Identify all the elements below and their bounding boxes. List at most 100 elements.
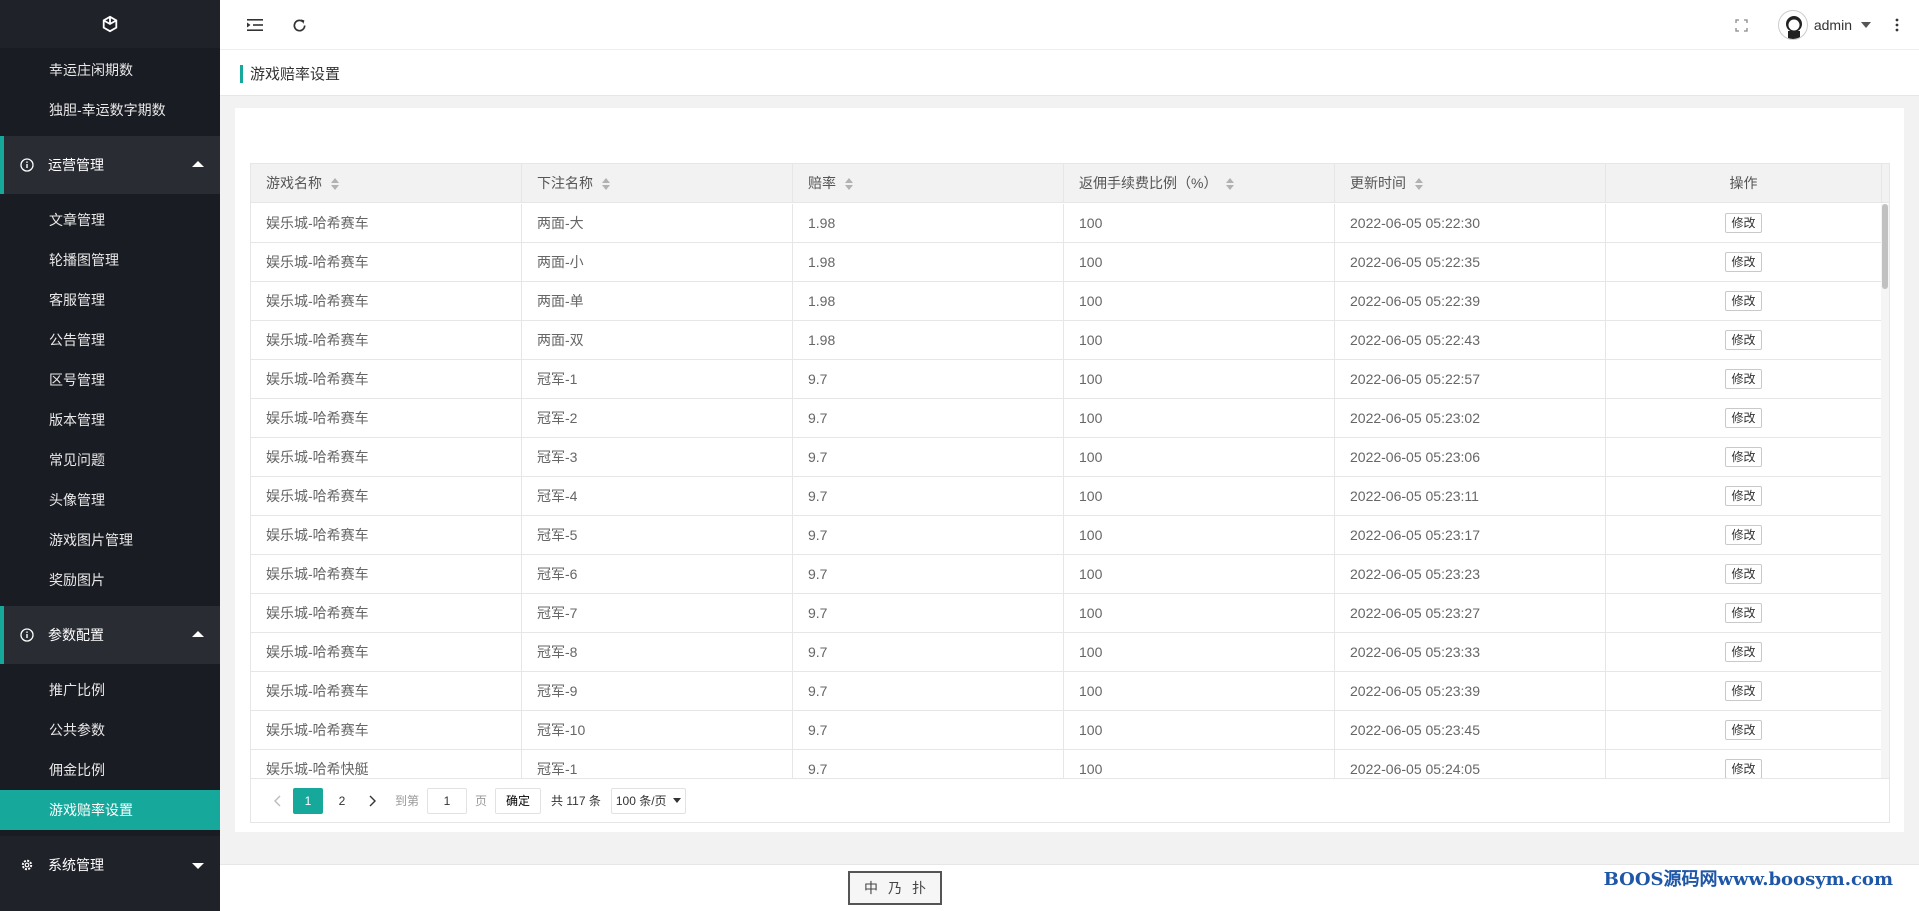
edit-button[interactable]: 修改 bbox=[1725, 213, 1762, 233]
sort-icon[interactable] bbox=[601, 178, 611, 191]
sidebar-group-system[interactable]: 系统管理 bbox=[0, 836, 220, 894]
edit-button[interactable]: 修改 bbox=[1725, 486, 1762, 506]
edit-button[interactable]: 修改 bbox=[1725, 525, 1762, 545]
sidebar: 幸运庄闲期数 独胆-幸运数字期数 运营管理 文章管理 轮播图管理 客服管理 公告… bbox=[0, 0, 220, 911]
sidebar-item-announcements[interactable]: 公告管理 bbox=[0, 320, 220, 360]
column-header-rebate[interactable]: 返佣手续费比例（%） bbox=[1064, 164, 1335, 203]
cell-updated: 2022-06-05 05:23:17 bbox=[1335, 516, 1606, 554]
sidebar-nav: 幸运庄闲期数 独胆-幸运数字期数 运营管理 文章管理 轮播图管理 客服管理 公告… bbox=[0, 48, 220, 911]
sidebar-top-list: 幸运庄闲期数 独胆-幸运数字期数 bbox=[0, 48, 220, 136]
sidebar-item-commission-ratio[interactable]: 佣金比例 bbox=[0, 750, 220, 790]
sidebar-item-game-images[interactable]: 游戏图片管理 bbox=[0, 520, 220, 560]
sidebar-item-lucky-banker[interactable]: 幸运庄闲期数 bbox=[0, 50, 220, 90]
cell-game-name: 娱乐城-哈希赛车 bbox=[251, 672, 522, 710]
cell-actions: 修改 bbox=[1606, 594, 1882, 632]
cell-actions: 修改 bbox=[1606, 321, 1882, 359]
edit-button[interactable]: 修改 bbox=[1725, 291, 1762, 311]
stamp-char: 扑 bbox=[912, 881, 926, 897]
sidebar-item-version[interactable]: 版本管理 bbox=[0, 400, 220, 440]
more-vertical-icon[interactable] bbox=[1889, 0, 1905, 50]
cell-actions: 修改 bbox=[1606, 711, 1882, 749]
cell-actions: 修改 bbox=[1606, 516, 1882, 554]
sidebar-item-avatars[interactable]: 头像管理 bbox=[0, 480, 220, 520]
page-size-value: 100 条/页 bbox=[615, 794, 667, 808]
sidebar-item-public-params[interactable]: 公共参数 bbox=[0, 710, 220, 750]
table-scrollbar[interactable] bbox=[1881, 204, 1889, 779]
cell-bet-name: 冠军-10 bbox=[522, 711, 793, 749]
sidebar-item-promo-ratio[interactable]: 推广比例 bbox=[0, 670, 220, 710]
username: admin bbox=[1813, 17, 1852, 33]
page-size-select[interactable]: 100 条/页 bbox=[610, 787, 686, 814]
edit-button[interactable]: 修改 bbox=[1725, 447, 1762, 467]
edit-button[interactable]: 修改 bbox=[1725, 252, 1762, 272]
table-body: 娱乐城-哈希赛车 两面-大 1.98 100 2022-06-05 05:22:30 修改… bbox=[251, 204, 1889, 779]
sidebar-item-carousel[interactable]: 轮播图管理 bbox=[0, 240, 220, 280]
column-header-updated[interactable]: 更新时间 bbox=[1335, 164, 1606, 203]
sort-icon[interactable] bbox=[1225, 178, 1235, 191]
edit-button[interactable]: 修改 bbox=[1725, 564, 1762, 584]
table-row: 娱乐城-哈希赛车 两面-小 1.98 100 2022-06-05 05:22:35 修改 bbox=[251, 243, 1889, 282]
total-count: 共 117 条 bbox=[551, 794, 601, 808]
cell-bet-name: 冠军-9 bbox=[522, 672, 793, 710]
user-menu[interactable]: admin bbox=[1777, 0, 1871, 50]
sidebar-operations-list: 文章管理 轮播图管理 客服管理 公告管理 区号管理 版本管理 常见问题 头像管理… bbox=[0, 194, 220, 606]
logo[interactable] bbox=[0, 0, 220, 48]
cell-odds: 9.7 bbox=[793, 399, 1064, 437]
page-title: 游戏赔率设置 bbox=[250, 66, 341, 83]
cell-bet-name: 冠军-2 bbox=[522, 399, 793, 437]
edit-button[interactable]: 修改 bbox=[1725, 759, 1762, 779]
sidebar-item-area-code[interactable]: 区号管理 bbox=[0, 360, 220, 400]
fullscreen-icon[interactable] bbox=[1731, 0, 1751, 50]
sort-icon[interactable] bbox=[330, 178, 340, 191]
sort-icon[interactable] bbox=[844, 178, 854, 191]
cell-updated: 2022-06-05 05:24:05 bbox=[1335, 750, 1606, 779]
edit-button[interactable]: 修改 bbox=[1725, 720, 1762, 740]
cell-odds: 1.98 bbox=[793, 282, 1064, 320]
cell-game-name: 娱乐城-哈希赛车 bbox=[251, 243, 522, 281]
cell-updated: 2022-06-05 05:23:11 bbox=[1335, 477, 1606, 515]
page-number[interactable]: 2 bbox=[327, 788, 357, 814]
cell-game-name: 娱乐城-哈希赛车 bbox=[251, 204, 522, 242]
cell-actions: 修改 bbox=[1606, 633, 1882, 671]
next-page-icon[interactable] bbox=[359, 788, 387, 814]
table-row: 娱乐城-哈希赛车 两面-单 1.98 100 2022-06-05 05:22:39 修改 bbox=[251, 282, 1889, 321]
edit-button[interactable]: 修改 bbox=[1725, 603, 1762, 623]
edit-button[interactable]: 修改 bbox=[1725, 330, 1762, 350]
column-header-odds[interactable]: 赔率 bbox=[793, 164, 1064, 203]
cell-rebate: 100 bbox=[1064, 204, 1335, 242]
cell-rebate: 100 bbox=[1064, 282, 1335, 320]
edit-button[interactable]: 修改 bbox=[1725, 681, 1762, 701]
footer: 中 乃 扑 BOOS源码网www.boosym.com bbox=[220, 864, 1919, 911]
column-header-game-name[interactable]: 游戏名称 bbox=[251, 164, 522, 203]
sort-icon[interactable] bbox=[1414, 178, 1424, 191]
goto-page-input[interactable] bbox=[427, 787, 468, 814]
page-number-current[interactable]: 1 bbox=[293, 787, 323, 814]
column-header-bet-name[interactable]: 下注名称 bbox=[522, 164, 793, 203]
sidebar-group-label: 参数配置 bbox=[48, 627, 104, 643]
menu-toggle-icon[interactable] bbox=[244, 0, 266, 50]
chevron-down-icon bbox=[672, 798, 681, 803]
sidebar-item-lucky-number[interactable]: 独胆-幸运数字期数 bbox=[0, 90, 220, 130]
refresh-icon[interactable] bbox=[288, 0, 310, 50]
edit-button[interactable]: 修改 bbox=[1725, 642, 1762, 662]
sidebar-item-articles[interactable]: 文章管理 bbox=[0, 200, 220, 240]
sidebar-group-params[interactable]: 参数配置 bbox=[0, 606, 220, 664]
sidebar-group-operations[interactable]: 运营管理 bbox=[0, 136, 220, 194]
cell-updated: 2022-06-05 05:23:39 bbox=[1335, 672, 1606, 710]
sidebar-item-faq[interactable]: 常见问题 bbox=[0, 440, 220, 480]
table-row: 娱乐城-哈希赛车 冠军-5 9.7 100 2022-06-05 05:23:17 修改 bbox=[251, 516, 1889, 555]
sidebar-item-game-odds[interactable]: 游戏赔率设置 bbox=[0, 790, 220, 830]
stamp-char: 中 bbox=[864, 881, 878, 897]
sidebar-item-reward-images[interactable]: 奖励图片 bbox=[0, 560, 220, 600]
table-row: 娱乐城-哈希赛车 冠军-1 9.7 100 2022-06-05 05:22:57 修改 bbox=[251, 360, 1889, 399]
edit-button[interactable]: 修改 bbox=[1725, 369, 1762, 389]
sidebar-item-customer-service[interactable]: 客服管理 bbox=[0, 280, 220, 320]
cell-rebate: 100 bbox=[1064, 360, 1335, 398]
prev-page-icon[interactable] bbox=[263, 788, 291, 814]
cell-actions: 修改 bbox=[1606, 750, 1882, 779]
cell-game-name: 娱乐城-哈希赛车 bbox=[251, 477, 522, 515]
scrollbar-thumb[interactable] bbox=[1882, 204, 1888, 289]
cell-game-name: 娱乐城-哈希赛车 bbox=[251, 594, 522, 632]
goto-confirm-button[interactable]: 确定 bbox=[495, 787, 542, 814]
edit-button[interactable]: 修改 bbox=[1725, 408, 1762, 428]
